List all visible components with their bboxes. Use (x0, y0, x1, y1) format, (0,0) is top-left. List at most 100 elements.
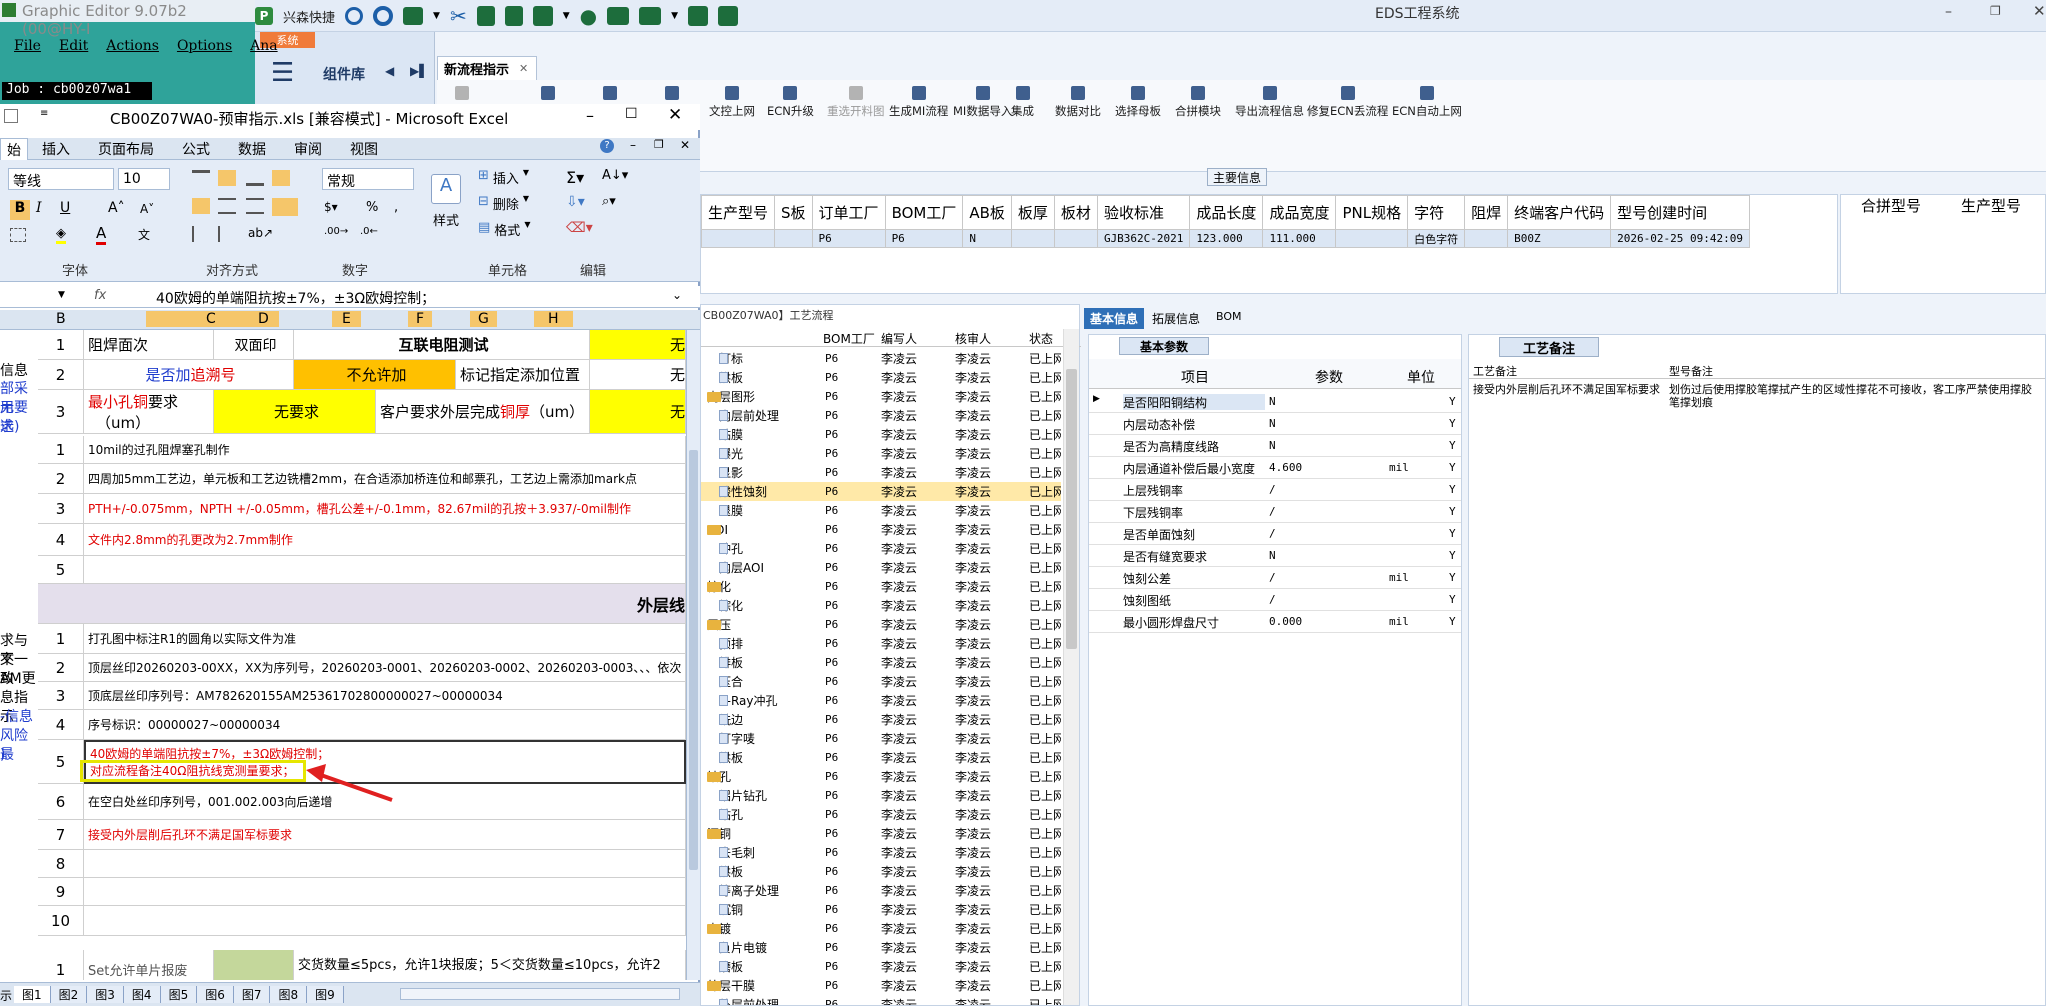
excel-tab-6[interactable]: 视图 (336, 138, 392, 161)
toolbar-button-10[interactable]: 数据对比 (1055, 86, 1101, 119)
flow-row[interactable]: 负片电镀 P6 李凌云 李凌云 已上网 (701, 938, 1061, 957)
ge-menu-item[interactable]: Options (177, 38, 232, 62)
minimize-icon[interactable]: – (1945, 4, 1952, 20)
main-col-header[interactable]: S板 (774, 195, 813, 230)
main-col-header[interactable]: 板材 (1053, 195, 1098, 230)
excel-qat-dropdown-icon[interactable]: ≡ (40, 108, 48, 119)
cell-b4[interactable]: 文件内2.8mm的孔更改为2.7mm制作 (84, 524, 686, 556)
col-header-b[interactable]: B (56, 311, 66, 327)
param-value[interactable]: 0.000 (1269, 615, 1302, 628)
align-top-button[interactable] (192, 170, 210, 186)
param-row[interactable]: 最小圆形焊盘尺寸 0.000 mil Y (1089, 611, 1461, 633)
main-cell[interactable] (1464, 229, 1509, 248)
book-icon[interactable] (718, 6, 738, 26)
align-center-button[interactable] (218, 198, 236, 214)
flow-row[interactable]: 烘板 P6 李凌云 李凌云 已上网 (701, 368, 1061, 387)
dropdown-arrow-icon[interactable]: ▼ (671, 11, 678, 21)
formula-input[interactable]: 40欧姆的单端阻抗按±7%，±3Ω欧姆控制； (156, 288, 435, 308)
sheet-tab[interactable]: 图7 (233, 986, 271, 1003)
flow-row[interactable]: 贴膜 P6 李凌云 李凌云 已上网 (701, 425, 1061, 444)
param-value[interactable]: N (1269, 417, 1276, 430)
cell-b5[interactable] (84, 556, 686, 584)
param-row[interactable]: 是否有缝宽要求 N Y (1089, 545, 1461, 567)
sheet-tab[interactable]: 图8 (270, 986, 308, 1003)
film-icon[interactable] (476, 6, 495, 26)
cell-d1-c[interactable]: Set允许单片报废 (84, 950, 214, 980)
main-col-header[interactable]: 成品宽度 (1262, 195, 1337, 230)
main-cell[interactable] (774, 229, 813, 248)
ge-job-field[interactable]: Job : cb00z07wa1 (2, 82, 152, 100)
find-select-button[interactable]: ⌕▾ (602, 194, 616, 209)
main-col-header[interactable]: 阻焊 (1464, 195, 1509, 230)
tab-bom[interactable]: BOM (1208, 308, 1250, 329)
flow-row[interactable]: 烘板 P6 李凌云 李凌云 已上网 (701, 748, 1061, 767)
cell-min-hole-copper[interactable]: 最小孔铜要求 （um） (84, 390, 214, 434)
fx-icon[interactable]: fx (94, 288, 106, 303)
user-icon[interactable]: ● (580, 4, 597, 28)
merge-center-button[interactable] (272, 198, 298, 216)
toolbar-button-7[interactable]: 生成MI流程 (889, 86, 948, 119)
cell-b1[interactable]: 10mil的过孔阻焊塞孔制作 (84, 436, 686, 464)
chart-icon[interactable] (607, 7, 630, 25)
flow-row[interactable]: 酸性蚀刻 P6 李凌云 李凌云 已上网 (701, 482, 1061, 501)
cell-double-side-print[interactable]: 双面印 (214, 330, 294, 360)
flow-row[interactable]: 预排 P6 李凌云 李凌云 已上网 (701, 634, 1061, 653)
main-cell[interactable]: N (962, 229, 1012, 248)
flow-row[interactable]: 磨板 P6 李凌云 李凌云 已上网 (701, 957, 1061, 976)
main-cell[interactable]: GJB362C-2021 (1096, 229, 1191, 248)
main-col-header[interactable]: 终端客户代码 (1507, 195, 1612, 230)
styles-button[interactable]: A 样式 (424, 174, 468, 254)
flow-row[interactable]: 内层前处理 P6 李凌云 李凌云 已上网 (701, 406, 1061, 425)
quick-launch-label[interactable]: 兴森快捷 (283, 7, 335, 26)
autosum-button[interactable]: Σ▾ (566, 168, 584, 187)
close-tab-icon[interactable]: ✕ (519, 62, 528, 75)
flow-row[interactable]: 沉铜P6李凌云李凌云已上网 (701, 824, 1061, 843)
excel-tab-3[interactable]: 公式 (168, 138, 224, 161)
tab-extended-info[interactable]: 拓展信息 (1144, 308, 1208, 329)
underline-button[interactable]: U (60, 200, 70, 216)
bold-button[interactable]: B (10, 200, 30, 220)
flow-scroll-thumb[interactable] (1066, 369, 1077, 649)
percent-button[interactable]: % (366, 200, 378, 215)
delete-cells-button[interactable]: ⊟ 删除 ▼ (478, 194, 529, 213)
main-col-header[interactable]: 生产型号 (701, 195, 776, 230)
font-size-select[interactable]: 10 (118, 168, 170, 190)
currency-button[interactable]: $▾ (324, 200, 338, 214)
cell-no-requirement[interactable]: 无要求 (214, 390, 376, 434)
flow-row[interactable]: 内层AOI P6 李凌云 李凌云 已上网 (701, 558, 1061, 577)
param-value[interactable]: 4.600 (1269, 461, 1302, 474)
format-cells-button[interactable]: ▤ 格式 ▼ (478, 220, 530, 239)
flow-row[interactable]: 等离子处理 P6 李凌云 李凌云 已上网 (701, 881, 1061, 900)
flow-row[interactable]: 层压P6李凌云李凌云已上网 (701, 615, 1061, 634)
italic-button[interactable]: I (36, 200, 42, 216)
flow-row[interactable]: 沉铜P6李凌云李凌云已上网 (701, 900, 1061, 919)
flow-row[interactable]: X-Ray冲孔 P6 李凌云 李凌云 已上网 (701, 691, 1061, 710)
cell-mark-position[interactable]: 标记指定添加位置 (456, 360, 590, 390)
param-value[interactable]: / (1269, 527, 1276, 540)
flow-row[interactable]: 钻孔P6李凌云李凌云已上网 (701, 805, 1061, 824)
collapse-arrow-icon[interactable]: ◀ (385, 64, 394, 78)
param-value[interactable]: N (1269, 439, 1276, 452)
ge-menu-item[interactable]: Ana (250, 38, 277, 62)
main-col-header[interactable]: 订单工厂 (811, 195, 886, 230)
sort-filter-button[interactable]: A↓▾ (602, 168, 628, 183)
main-cell[interactable]: 123.000 (1189, 229, 1264, 248)
shrink-font-button[interactable]: A˅ (140, 202, 154, 216)
cell-b2[interactable]: 四周加5mm工艺边，单元板和工艺边铣槽2mm，在合适添加桥连位和邮票孔，工艺边上… (84, 464, 686, 494)
cell-trace-number[interactable]: 是否加 追溯号 (84, 360, 294, 390)
fill-button[interactable]: ⇩▾ (566, 194, 585, 210)
cell-c4[interactable]: 序号标识：00000027~00000034 (84, 710, 686, 740)
remark-tab[interactable]: 工艺备注 (1499, 337, 1599, 357)
flow-row[interactable]: 压合 P6 李凌云 李凌云 已上网 (701, 672, 1061, 691)
cell-interconnect-test[interactable]: 互联电阻测试 (294, 330, 590, 360)
cell-c9[interactable] (84, 878, 686, 906)
monitor-icon[interactable] (639, 7, 662, 25)
table-icon[interactable] (403, 7, 424, 25)
windows-icon[interactable] (688, 6, 708, 26)
process-tab[interactable]: 新流程指示 ✕ (437, 56, 537, 80)
sheet-tab[interactable]: 图6 (197, 986, 234, 1003)
tab-basic-info[interactable]: 基本信息 (1084, 308, 1145, 329)
toolbar-button-12[interactable]: 合拼模块 (1175, 86, 1221, 119)
excel-tab-1[interactable]: 插入 (28, 138, 84, 161)
cell-b3[interactable]: PTH+/-0.075mm，NPTH +/-0.05mm，槽孔公差+/-0.1m… (84, 494, 686, 524)
